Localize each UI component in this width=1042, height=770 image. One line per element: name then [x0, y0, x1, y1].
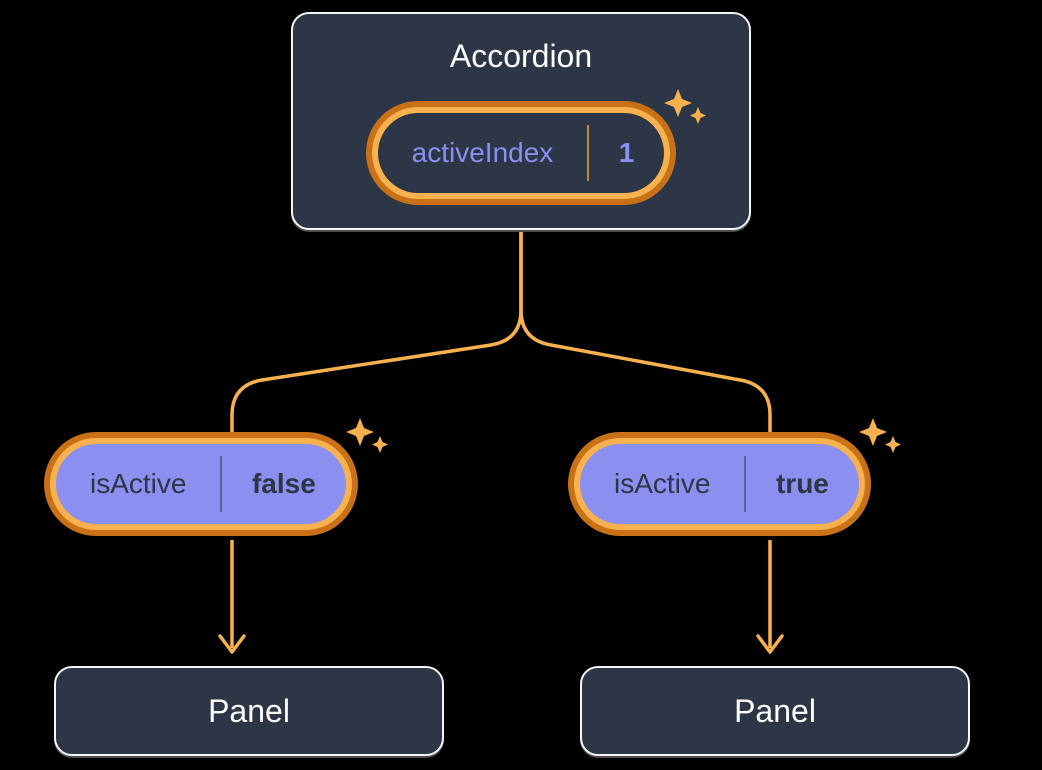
pill-value: false [222, 444, 346, 524]
prop-pill-right: isActive true [568, 432, 871, 536]
state-pill-activeindex: activeIndex 1 [366, 101, 677, 205]
pill-divider [587, 125, 589, 181]
panel-title: Panel [208, 693, 290, 730]
panel-node-left: Panel [54, 666, 444, 756]
pill-label: activeIndex [378, 113, 588, 193]
panel-node-right: Panel [580, 666, 970, 756]
prop-pill-left: isActive false [44, 432, 358, 536]
panel-title: Panel [734, 693, 816, 730]
pill-label: isActive [580, 444, 744, 524]
pill-divider [220, 456, 222, 512]
sparkle-icon [344, 414, 392, 462]
accordion-node: Accordion activeIndex 1 [291, 12, 751, 230]
pill-label: isActive [56, 444, 220, 524]
pill-value: 1 [589, 113, 665, 193]
sparkle-icon [662, 85, 710, 133]
pill-value: true [746, 444, 859, 524]
diagram: Accordion activeIndex 1 isActive [0, 0, 1042, 770]
accordion-title: Accordion [450, 38, 592, 75]
pill-divider [744, 456, 746, 512]
sparkle-icon [857, 414, 905, 462]
